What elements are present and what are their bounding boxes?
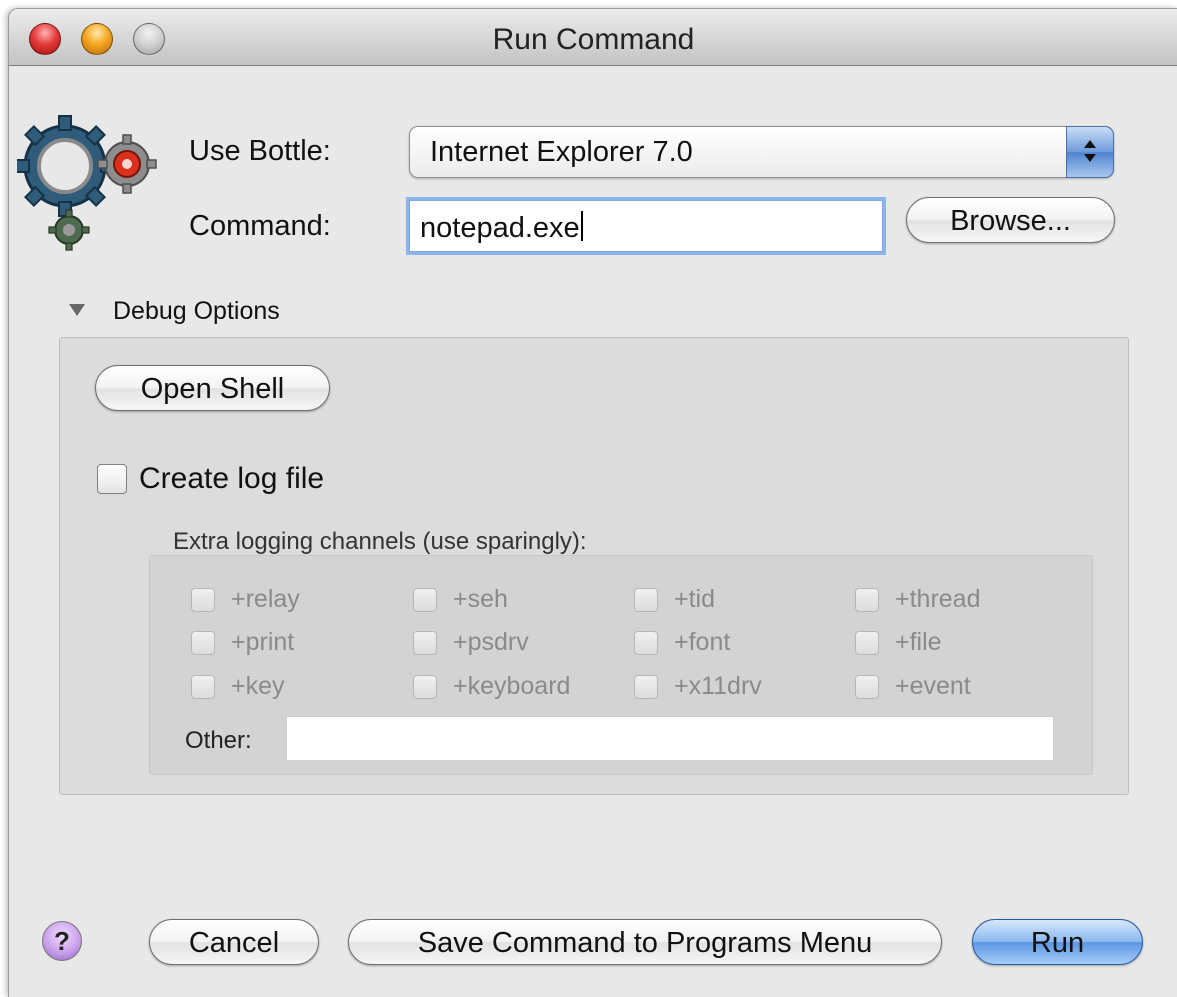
channel-x11drv-checkbox[interactable] bbox=[634, 675, 658, 699]
channel-relay-label: +relay bbox=[231, 585, 300, 613]
channel-seh-checkbox[interactable] bbox=[413, 588, 437, 612]
bottle-popup-value: Internet Explorer 7.0 bbox=[430, 136, 693, 168]
other-label: Other: bbox=[185, 727, 252, 754]
channel-key-label: +key bbox=[231, 672, 285, 700]
other-channels-field[interactable] bbox=[286, 716, 1054, 761]
channel-keyboard-checkbox[interactable] bbox=[413, 675, 437, 699]
arrow-up-icon bbox=[1084, 140, 1096, 148]
channel-thread-checkbox[interactable] bbox=[855, 588, 879, 612]
bottle-popup[interactable]: Internet Explorer 7.0 bbox=[409, 126, 1114, 178]
run-command-window: Run Command Use Bottle: Internet Explore… bbox=[8, 8, 1177, 997]
save-to-programs-menu-button[interactable]: Save Command to Programs Menu bbox=[348, 919, 942, 965]
channel-x11drv-label: +x11drv bbox=[674, 672, 762, 700]
channel-print-checkbox[interactable] bbox=[191, 631, 215, 655]
channel-print-label: +print bbox=[231, 628, 295, 656]
popup-arrows-icon[interactable] bbox=[1066, 126, 1114, 178]
cancel-button[interactable]: Cancel bbox=[149, 919, 319, 965]
title-bar[interactable]: Run Command bbox=[9, 9, 1177, 66]
channel-relay-checkbox[interactable] bbox=[191, 588, 215, 612]
debug-options-label[interactable]: Debug Options bbox=[113, 297, 280, 326]
channel-font-label: +font bbox=[674, 628, 731, 656]
create-log-checkbox[interactable] bbox=[97, 464, 127, 494]
command-field-value: notepad.exe bbox=[420, 211, 583, 245]
channel-seh-label: +seh bbox=[453, 585, 508, 613]
command-label: Command: bbox=[189, 210, 331, 242]
arrow-down-icon bbox=[1084, 154, 1096, 162]
channel-key-checkbox[interactable] bbox=[191, 675, 215, 699]
run-button[interactable]: Run bbox=[972, 919, 1143, 965]
channel-psdrv-label: +psdrv bbox=[453, 628, 529, 656]
browse-button[interactable]: Browse... bbox=[906, 197, 1115, 243]
channel-font-checkbox[interactable] bbox=[634, 631, 658, 655]
create-log-label[interactable]: Create log file bbox=[139, 462, 324, 496]
command-field[interactable]: notepad.exe bbox=[409, 200, 883, 252]
text-caret bbox=[580, 211, 583, 241]
channel-event-label: +event bbox=[895, 672, 971, 700]
disclosure-triangle-icon[interactable] bbox=[69, 304, 85, 316]
channel-tid-label: +tid bbox=[674, 585, 716, 613]
use-bottle-label: Use Bottle: bbox=[189, 135, 331, 167]
open-shell-button[interactable]: Open Shell bbox=[95, 365, 330, 411]
command-text: notepad.exe bbox=[420, 212, 580, 244]
window-title: Run Command bbox=[492, 23, 695, 56]
channel-event-checkbox[interactable] bbox=[855, 675, 879, 699]
channel-psdrv-checkbox[interactable] bbox=[413, 631, 437, 655]
help-icon[interactable]: ? bbox=[42, 921, 82, 961]
channel-thread-label: +thread bbox=[895, 585, 981, 613]
channel-file-label: +file bbox=[895, 628, 942, 656]
channel-tid-checkbox[interactable] bbox=[634, 588, 658, 612]
channels-label: Extra logging channels (use sparingly): bbox=[173, 528, 587, 555]
channel-file-checkbox[interactable] bbox=[855, 631, 879, 655]
gears-icon bbox=[17, 115, 157, 251]
channel-keyboard-label: +keyboard bbox=[453, 672, 571, 700]
